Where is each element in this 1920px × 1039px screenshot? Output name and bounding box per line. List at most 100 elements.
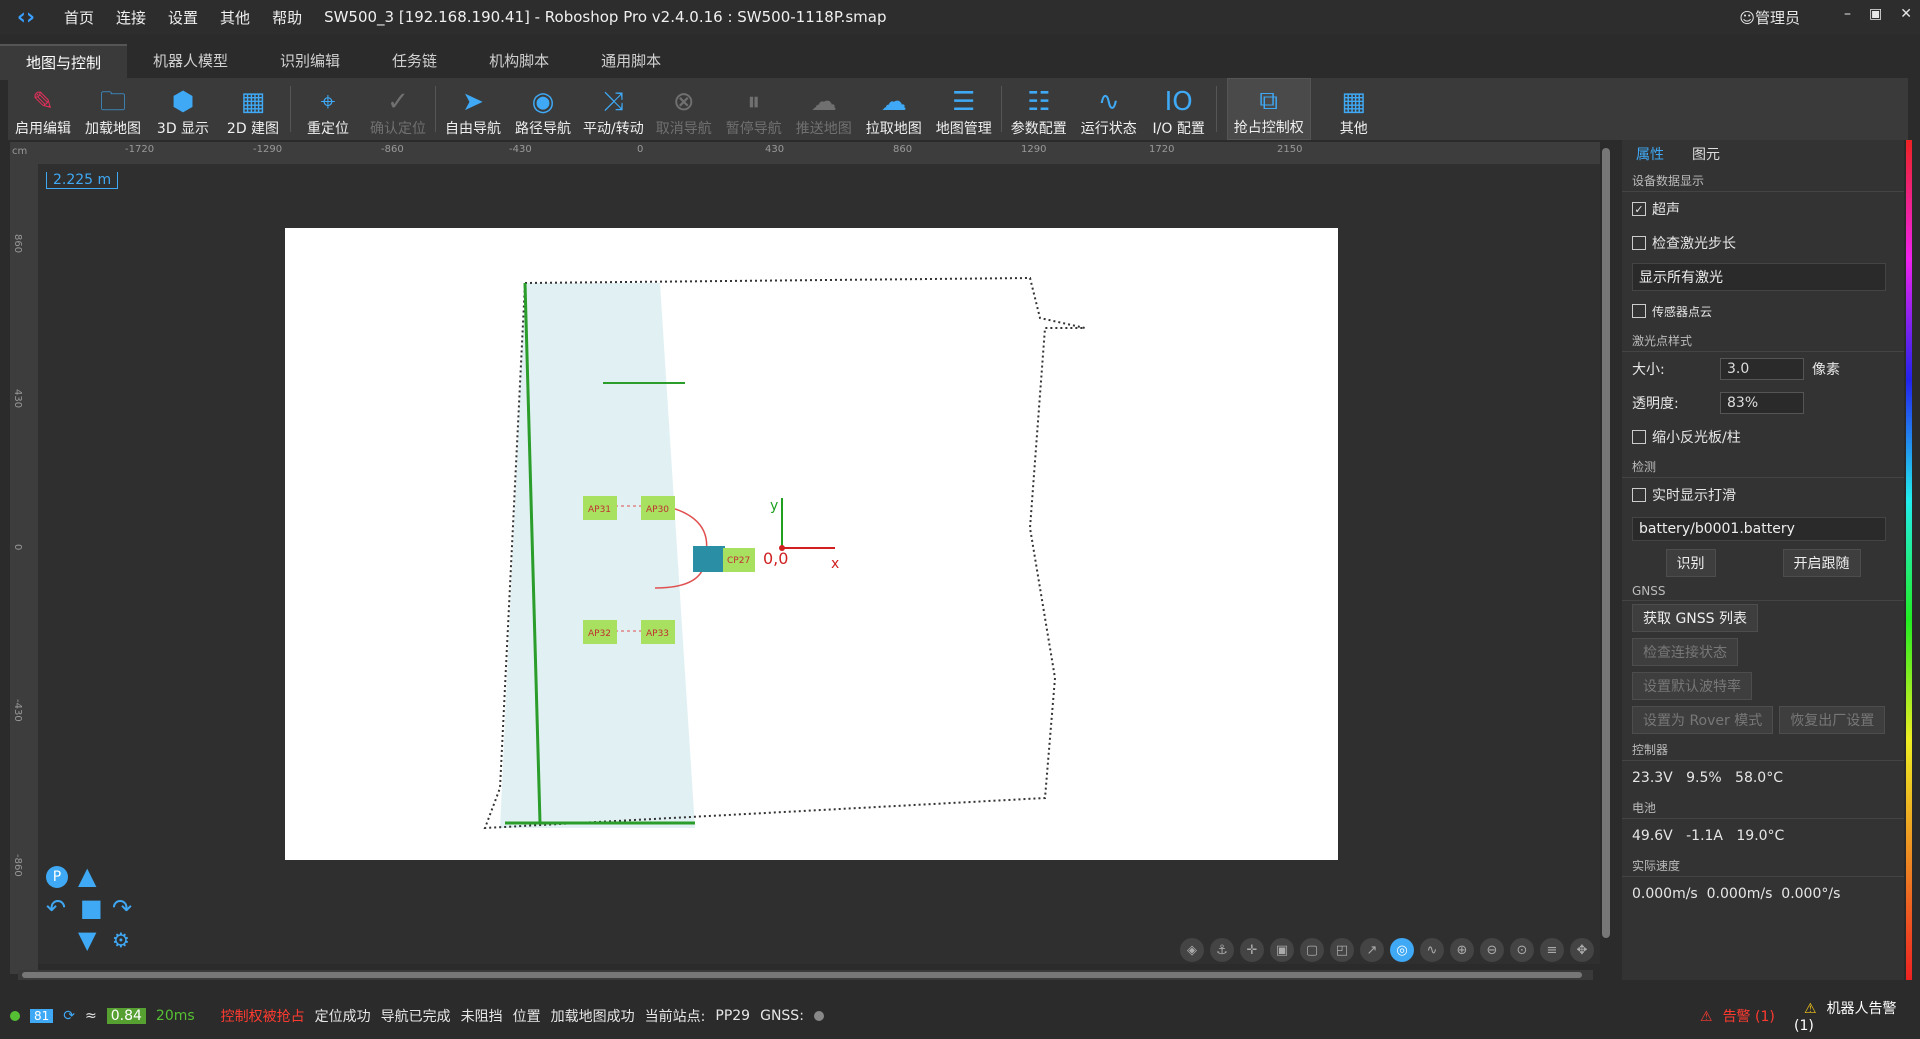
toolbar-button-15[interactable]: ∿ 运行状态	[1074, 78, 1144, 140]
ultrasonic-checkbox[interactable]: ✓	[1632, 202, 1646, 216]
user-menu[interactable]: ☺管理员	[1739, 7, 1800, 28]
section-detect: 检测	[1622, 454, 1904, 478]
toolbar-label: 拉取地图	[865, 121, 922, 137]
park-button[interactable]: P	[46, 866, 68, 888]
tab-mechanism-script[interactable]: 机构脚本	[463, 44, 575, 78]
toolbar-button-4[interactable]: ⌖ 重定位	[293, 78, 363, 140]
menu-other[interactable]: 其他	[220, 7, 250, 28]
battery-file-field[interactable]: battery/b0001.battery	[1632, 517, 1886, 541]
tool-wave-icon[interactable]: ∿	[1420, 938, 1444, 962]
status-bar: 81 ⟳ ≈ 0.84 20ms 控制权被抢占 定位成功 导航已完成 未阻挡 位…	[0, 998, 1920, 1034]
toolbar-button-7[interactable]: ◉ 路径导航	[508, 78, 578, 140]
tool-ruler-icon[interactable]: ≡	[1540, 938, 1564, 962]
menu-help[interactable]: 帮助	[272, 7, 302, 28]
factory-reset-button[interactable]: 恢复出厂设置	[1779, 706, 1886, 734]
zoom-out-icon[interactable]: ⊖	[1480, 938, 1504, 962]
sensor-cloud-checkbox[interactable]	[1632, 304, 1646, 318]
block-status: 未阻挡	[460, 1009, 503, 1025]
toolbar-button-12[interactable]: ☁ 拉取地图	[859, 78, 929, 140]
toolbar-button-0[interactable]: ✎ 启用编辑	[8, 78, 78, 140]
tool-export-icon[interactable]: ↗	[1360, 938, 1384, 962]
ruler-tick: -860	[12, 854, 23, 877]
toolbar-button-14[interactable]: ☷ 参数配置	[1004, 78, 1074, 140]
map-load-status: 加载地图成功	[550, 1009, 635, 1025]
toolbar-button-2[interactable]: ⬢ 3D 显示	[148, 78, 218, 140]
toolbar-button-8[interactable]: ⤨ 平动/转动	[578, 78, 649, 140]
tab-general-script[interactable]: 通用脚本	[575, 44, 687, 78]
laser-mode-select[interactable]: 显示所有激光	[1632, 263, 1886, 291]
tool-fit-icon[interactable]: ▢	[1300, 938, 1324, 962]
tab-properties[interactable]: 属性	[1622, 144, 1678, 164]
restore-icon[interactable]: ▣	[1869, 6, 1882, 22]
rotate-right-icon[interactable]: ↷	[112, 894, 132, 922]
sensor-cloud-option[interactable]: 传感器点云	[1622, 294, 1904, 328]
shrink-reflector-checkbox[interactable]	[1632, 430, 1646, 444]
toolbar-button-16[interactable]: IO I/O 配置	[1144, 78, 1214, 140]
toolbar-button-5[interactable]: ✓ 确认定位	[363, 78, 433, 140]
zoom-fit-icon[interactable]: ⊙	[1510, 938, 1534, 962]
shrink-reflector-option[interactable]: 缩小反光板/柱	[1622, 420, 1904, 454]
tab-task-chain[interactable]: 任务链	[366, 44, 463, 78]
toolbar-button-13[interactable]: ☰ 地图管理	[929, 78, 999, 140]
tool-center-icon[interactable]: ✛	[1240, 938, 1264, 962]
tab-map-control[interactable]: 地图与控制	[0, 44, 128, 80]
tab-recognition-edit[interactable]: 识别编辑	[254, 44, 366, 78]
toolbar-button-17[interactable]: ⧉ 抢占控制权	[1226, 78, 1311, 140]
rotate-left-icon[interactable]: ↶	[46, 894, 66, 922]
toolbar-label: 参数配置	[1010, 121, 1067, 137]
realtime-smooth-checkbox[interactable]	[1632, 488, 1646, 502]
realtime-smooth-option[interactable]: 实时显示打滑	[1622, 478, 1904, 512]
ruler-tick: 0	[637, 144, 644, 155]
app-logo-icon: ‹›	[16, 4, 36, 30]
menu-connect[interactable]: 连接	[116, 7, 146, 28]
tool-pan-icon[interactable]: ✥	[1570, 938, 1594, 962]
gnss-list-button[interactable]: 获取 GNSS 列表	[1632, 604, 1758, 632]
alarm-button[interactable]: ⚠ 告警 (1)	[1690, 1006, 1775, 1026]
zoom-in-icon[interactable]: ⊕	[1450, 938, 1474, 962]
controller-temp: 58.0°C	[1735, 770, 1783, 786]
tool-anchor-icon[interactable]: ⚓	[1210, 938, 1234, 962]
properties-panel: 属性 图元 设备数据显示 ✓ 超声 检查激光步长 显示所有激光 传感器点云 激光点…	[1622, 140, 1904, 980]
follow-button[interactable]: 开启跟随	[1782, 549, 1861, 577]
vertical-scrollbar[interactable]	[1600, 148, 1612, 968]
close-icon[interactable]: ✕	[1900, 6, 1912, 22]
tool-focus-icon[interactable]: ▣	[1270, 938, 1294, 962]
minimize-icon[interactable]: –	[1844, 6, 1851, 22]
sync-icon[interactable]: ⟳	[63, 1008, 75, 1024]
forward-icon[interactable]: ▲	[78, 862, 96, 890]
laser-step-checkbox[interactable]	[1632, 236, 1646, 250]
menu-home[interactable]: 首页	[64, 7, 94, 28]
menu-settings[interactable]: 设置	[168, 7, 198, 28]
size-select[interactable]: 3.0	[1720, 358, 1804, 380]
ultrasonic-option[interactable]: ✓ 超声	[1622, 192, 1904, 226]
tab-elements[interactable]: 图元	[1678, 144, 1734, 164]
tool-tag-icon[interactable]: ◈	[1180, 938, 1204, 962]
laser-step-option[interactable]: 检查激光步长	[1622, 226, 1904, 260]
grid-icon: ▦	[1341, 87, 1366, 117]
toolbar-button-9[interactable]: ⊗ 取消导航	[649, 78, 719, 140]
toolbar-button-10[interactable]: ⏸ 暂停导航	[719, 78, 789, 140]
horizontal-scrollbar[interactable]	[18, 970, 1593, 980]
ruler-horizontal: cm -1720 -1290 -860 -430 0 430 860 1290 1720 2150	[10, 142, 1600, 164]
tool-follow-icon[interactable]: ◎	[1390, 938, 1414, 962]
robot-alarm-button[interactable]: ⚠ 机器人告警 (1)	[1794, 998, 1920, 1034]
toolbar-button-11[interactable]: ☁ 推送地图	[789, 78, 859, 140]
toolbar-button-3[interactable]: ▦ 2D 建图	[218, 78, 288, 140]
pad-settings-icon[interactable]: ⚙	[112, 928, 130, 952]
tool-cast-icon[interactable]: ◰	[1330, 938, 1354, 962]
toolbar-button-18[interactable]: ▦ 其他	[1319, 78, 1389, 140]
tab-robot-model[interactable]: 机器人模型	[127, 44, 254, 78]
position-status: 位置	[512, 1009, 541, 1025]
opacity-select[interactable]: 83%	[1720, 392, 1804, 414]
toolbar-button-6[interactable]: ➤ 自由导航	[438, 78, 508, 140]
stop-icon[interactable]: ■	[80, 894, 103, 922]
section-controller: 控制器	[1622, 737, 1904, 761]
default-baud-button[interactable]: 设置默认波特率	[1632, 672, 1752, 700]
rover-mode-button[interactable]: 设置为 Rover 模式	[1632, 706, 1774, 734]
section-device-data: 设备数据显示	[1622, 168, 1904, 192]
check-connection-button[interactable]: 检查连接状态	[1632, 638, 1738, 666]
backward-icon[interactable]: ▼	[78, 926, 96, 954]
toolbar-button-1[interactable]: 🗀 加载地图	[78, 78, 148, 140]
map-view[interactable]: AP31 AP30 CP27 AP32 AP33 0,0 x y	[285, 228, 1338, 860]
identify-button[interactable]: 识别	[1665, 549, 1716, 577]
